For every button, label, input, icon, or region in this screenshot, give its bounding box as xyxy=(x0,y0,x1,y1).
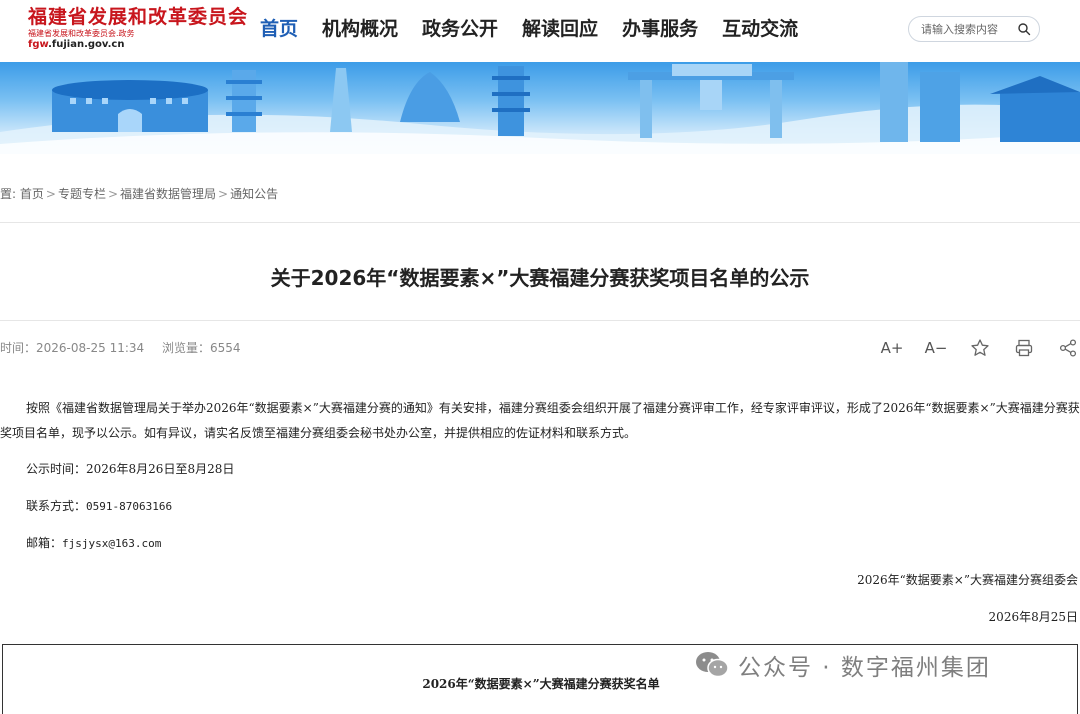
printer-icon xyxy=(1015,339,1033,357)
nav-item-about[interactable]: 机构概况 xyxy=(322,16,398,42)
search-icon[interactable] xyxy=(1017,22,1031,36)
favorite-button[interactable] xyxy=(968,336,992,360)
font-smaller-button[interactable]: A− xyxy=(924,336,948,360)
article-body: 按照《福建省数据管理局关于举办2026年“数据要素×”大赛福建分赛的通知》有关安… xyxy=(0,401,1080,440)
view-count-value: 6554 xyxy=(210,341,241,355)
site-header: 福建省发展和改革委员会 福建省发展和改革委员会.政务 fgw.fujian.go… xyxy=(0,0,1080,62)
email-label: 邮箱： xyxy=(26,536,63,550)
publish-time-value: 2026-08-25 11:34 xyxy=(36,341,145,355)
publish-time: 时间：2026-08-25 11:34 xyxy=(0,341,144,355)
divider xyxy=(0,222,1080,223)
header-banner xyxy=(0,62,1080,154)
signature-date: 2026年8月25日 xyxy=(988,610,1078,624)
tower-icon xyxy=(492,66,530,136)
breadcrumb: 置: 首页 > 专题专栏 > 福建省数据管理局 > 通知公告 xyxy=(0,186,278,202)
publish-time-label: 时间： xyxy=(0,341,37,355)
breadcrumb-prefix: 置: xyxy=(0,187,17,201)
font-larger-label: A+ xyxy=(880,339,904,357)
logo-domain: fgw.fujian.gov.cn xyxy=(28,39,248,51)
breadcrumb-separator: > xyxy=(218,187,229,201)
breadcrumb-special-topics[interactable]: 专题专栏 xyxy=(58,186,106,202)
breadcrumb-separator: > xyxy=(45,187,56,201)
view-count-label: 浏览量： xyxy=(161,341,210,355)
main-nav: 首页 机构概况 政务公开 解读回应 办事服务 互动交流 xyxy=(260,16,822,42)
search-box xyxy=(908,16,1040,42)
tulou-building-icon xyxy=(52,80,208,132)
share-icon xyxy=(1059,339,1077,357)
search-input[interactable] xyxy=(921,21,1013,37)
email-address[interactable]: fjsjysx@163.com xyxy=(62,537,161,550)
divider xyxy=(0,320,1080,321)
share-button[interactable] xyxy=(1056,336,1080,360)
article-meta: 时间：2026-08-25 11:34 浏览量：6554 xyxy=(0,340,255,356)
wechat-watermark: 公众号 · 数字福州集团 xyxy=(694,648,991,682)
banner-illustration xyxy=(0,62,1080,154)
print-button[interactable] xyxy=(1012,336,1036,360)
font-larger-button[interactable]: A+ xyxy=(880,336,904,360)
nav-item-interpretation[interactable]: 解读回应 xyxy=(522,16,598,42)
breadcrumb-home[interactable]: 首页 xyxy=(20,186,44,202)
notice-period: 公示时间：2026年8月26日至8月28日 xyxy=(26,462,235,476)
nav-item-interaction[interactable]: 互动交流 xyxy=(722,16,798,42)
view-count: 浏览量：6554 xyxy=(162,341,241,355)
logo-name: 福建省发展和改革委员会 xyxy=(28,6,249,28)
email-info: 邮箱：fjsjysx@163.com xyxy=(26,535,161,552)
logo-subtitle: 福建省发展和改革委员会.政务 xyxy=(28,29,135,38)
contact-label: 联系方式： xyxy=(26,499,87,513)
nav-item-home[interactable]: 首页 xyxy=(260,16,298,42)
logo-domain-prefix: fgw xyxy=(28,39,49,50)
article-title: 关于2026年“数据要素×”大赛福建分赛获奖项目名单的公示 xyxy=(270,266,810,290)
font-smaller-label: A− xyxy=(924,339,948,357)
signature: 2026年“数据要素×”大赛福建分赛组委会 xyxy=(857,573,1078,587)
nav-item-public-affairs[interactable]: 政务公开 xyxy=(422,16,498,42)
star-icon xyxy=(971,339,989,356)
breadcrumb-data-bureau[interactable]: 福建省数据管理局 xyxy=(120,186,216,202)
contact-info: 联系方式：0591-87063166 xyxy=(26,498,172,515)
site-logo[interactable]: 福建省发展和改革委员会 福建省发展和改革委员会.政务 fgw.fujian.go… xyxy=(28,6,248,51)
watermark-text: 公众号 · 数字福州集团 xyxy=(738,655,991,681)
wechat-icon xyxy=(696,652,729,678)
breadcrumb-notices[interactable]: 通知公告 xyxy=(230,186,278,202)
contact-phone: 0591-87063166 xyxy=(86,500,173,513)
nav-item-services[interactable]: 办事服务 xyxy=(622,16,698,42)
article-toolbar: A+ A− xyxy=(880,336,1080,360)
logo-domain-rest: .fujian.gov.cn xyxy=(48,39,125,50)
breadcrumb-separator: > xyxy=(107,187,119,201)
